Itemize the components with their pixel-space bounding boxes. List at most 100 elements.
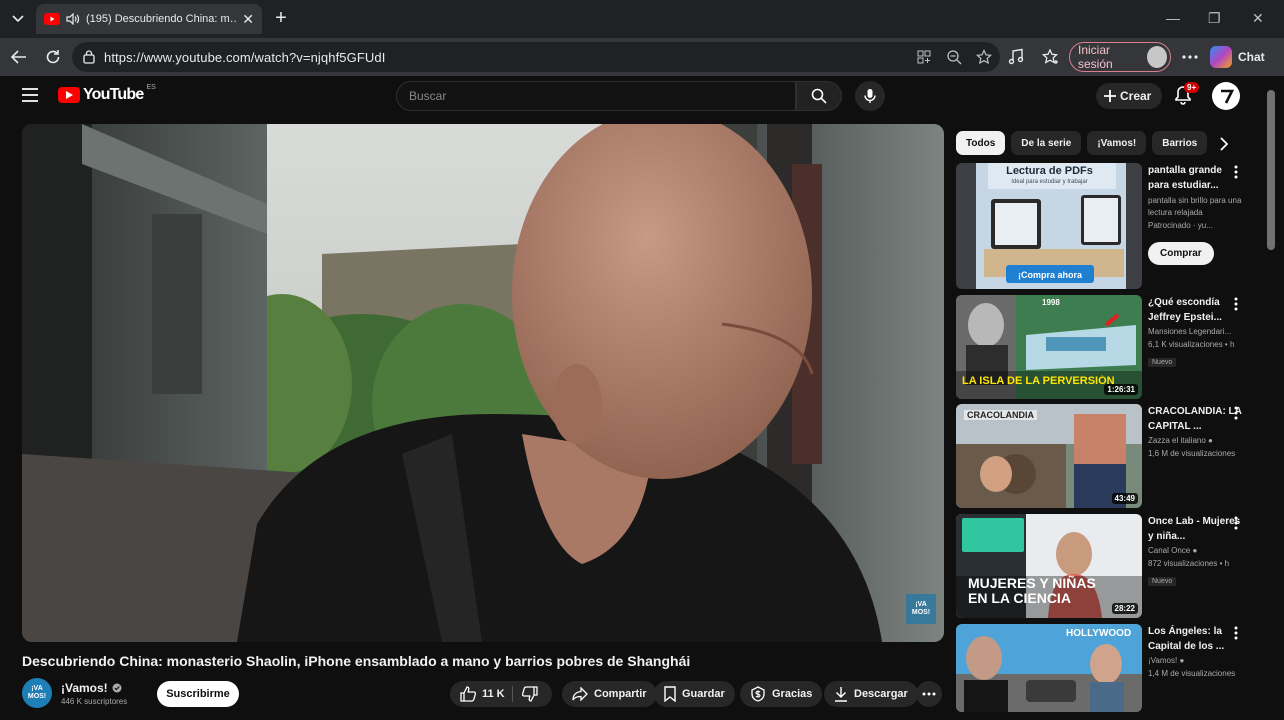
copilot-chat-button[interactable]: Chat bbox=[1210, 44, 1265, 70]
zoom-icon[interactable] bbox=[946, 49, 962, 65]
reload-icon[interactable] bbox=[42, 46, 64, 68]
signin-button[interactable]: Iniciar sesión bbox=[1069, 42, 1171, 72]
ad-menu-kebab-icon[interactable] bbox=[1234, 165, 1242, 179]
chip-de-la-serie[interactable]: De la serie bbox=[1011, 131, 1082, 155]
ad-title[interactable]: pantalla grande para estudiar... bbox=[1148, 163, 1244, 193]
list-item[interactable]: 1998 LA ISLA DE LA PERVERSIÓN 1:26:31 ¿Q… bbox=[956, 295, 1256, 399]
notifications-bell-icon[interactable]: 9+ bbox=[1174, 82, 1200, 107]
video-title[interactable]: CRACOLANDIA: LA CAPITAL ... bbox=[1148, 404, 1244, 434]
account-avatar[interactable] bbox=[1212, 82, 1240, 110]
video-thumbnail[interactable]: MUJERES Y NIÑAS EN LA CIENCIA 28:22 bbox=[956, 514, 1142, 618]
thumbs-down-icon bbox=[522, 686, 538, 702]
search-button[interactable] bbox=[796, 81, 842, 111]
channel-name: Zazza el italiano bbox=[1148, 436, 1206, 445]
channel-name[interactable]: Mansiones Legendari... bbox=[1148, 325, 1244, 338]
logo-text: YouTube bbox=[83, 86, 144, 103]
video-thumbnail[interactable]: CRACOLANDIA 43:49 bbox=[956, 404, 1142, 508]
create-button[interactable]: Crear bbox=[1096, 83, 1162, 109]
like-button[interactable]: 11 K bbox=[460, 686, 505, 702]
search-icon bbox=[811, 88, 827, 104]
download-button[interactable]: Descargar bbox=[824, 681, 918, 707]
menu-hamburger-icon[interactable] bbox=[22, 88, 38, 102]
favorite-star-icon[interactable] bbox=[976, 49, 992, 65]
page-scrollbar[interactable] bbox=[1264, 76, 1278, 716]
chip-todos[interactable]: Todos bbox=[956, 131, 1006, 155]
video-menu-kebab-icon[interactable] bbox=[1234, 406, 1242, 420]
chip-barrios[interactable]: Barrios bbox=[1152, 131, 1208, 155]
tab-title: (195) Descubriendo China: m… bbox=[86, 13, 236, 25]
share-arrow-icon bbox=[572, 687, 588, 701]
minimize-icon[interactable]: — bbox=[1166, 10, 1180, 26]
video-info: CRACOLANDIA: LA CAPITAL ... Zazza el ita… bbox=[1148, 404, 1244, 460]
youtube-masthead: YouTube ES Buscar Crear 9+ bbox=[0, 76, 1262, 116]
sponsored-ad[interactable]: Lectura de PDFs Ideal para estudiar y tr… bbox=[956, 163, 1256, 289]
browser-tab-bar: (195) Descubriendo China: m… ✕ + — ❐ ✕ bbox=[0, 0, 1284, 38]
back-arrow-icon[interactable] bbox=[8, 46, 30, 68]
browser-tab[interactable]: (195) Descubriendo China: m… ✕ bbox=[36, 4, 262, 34]
video-title[interactable]: Los Ángeles: la Capital de los ... bbox=[1148, 624, 1244, 654]
scrollbar-thumb[interactable] bbox=[1267, 90, 1275, 250]
channel-name: ¡Vamos! bbox=[61, 681, 108, 695]
list-item[interactable]: CRACOLANDIA 43:49 CRACOLANDIA: LA CAPITA… bbox=[956, 404, 1256, 508]
video-info: Los Ángeles: la Capital de los ... ¡Vamo… bbox=[1148, 624, 1244, 680]
channel-watermark: ¡VA MOS! bbox=[906, 594, 936, 624]
filter-chips: Todos De la serie ¡Vamos! Barrios bbox=[956, 131, 1208, 157]
subscribe-button[interactable]: Suscribirme bbox=[157, 681, 239, 707]
video-player[interactable]: ¡VA MOS! bbox=[22, 124, 944, 642]
chip-vamos[interactable]: ¡Vamos! bbox=[1087, 131, 1147, 155]
video-menu-kebab-icon[interactable] bbox=[1234, 516, 1242, 530]
search-input[interactable]: Buscar bbox=[396, 81, 796, 111]
list-item[interactable]: HOLLYWOOD Los Ángeles: la Capital de los… bbox=[956, 624, 1256, 712]
voice-search-button[interactable] bbox=[855, 81, 885, 111]
channel-name-link[interactable]: Canal Once ● bbox=[1148, 544, 1244, 557]
youtube-play-icon bbox=[58, 87, 80, 103]
tab-list-chevron-icon[interactable] bbox=[6, 8, 30, 30]
video-thumbnail[interactable]: 1998 LA ISLA DE LA PERVERSIÓN 1:26:31 bbox=[956, 295, 1142, 399]
chevron-right-icon[interactable] bbox=[1214, 133, 1234, 155]
youtube-logo[interactable]: YouTube ES bbox=[58, 84, 156, 104]
video-menu-kebab-icon[interactable] bbox=[1234, 626, 1242, 640]
window-close-icon[interactable]: ✕ bbox=[1252, 10, 1264, 27]
video-frame bbox=[22, 124, 944, 642]
site-info-icon[interactable] bbox=[82, 50, 96, 64]
channel-row: ¡VA MOS! ¡Vamos! 446 K suscriptores Susc… bbox=[22, 678, 944, 710]
favorites-collection-icon[interactable] bbox=[1040, 47, 1060, 67]
subscriber-count: 446 K suscriptores bbox=[61, 697, 128, 706]
view-count: 872 visualizaciones • h bbox=[1148, 559, 1230, 568]
verified-check-icon: ● bbox=[1192, 546, 1198, 555]
create-label: Crear bbox=[1120, 89, 1152, 103]
media-music-icon[interactable] bbox=[1006, 47, 1026, 67]
video-title[interactable]: Once Lab - Mujeres y niña... bbox=[1148, 514, 1244, 544]
video-duration: 28:22 bbox=[1111, 603, 1138, 614]
view-count: 1,6 M de visualizaciones bbox=[1148, 449, 1236, 458]
view-count: 1,4 M de visualizaciones bbox=[1148, 669, 1236, 678]
channel-name-link[interactable]: Zazza el italiano ● bbox=[1148, 434, 1244, 447]
buy-button[interactable]: Comprar bbox=[1148, 242, 1214, 265]
video-menu-kebab-icon[interactable] bbox=[1234, 297, 1242, 311]
restore-icon[interactable]: ❐ bbox=[1208, 10, 1221, 27]
more-actions-button[interactable] bbox=[916, 681, 942, 707]
video-thumbnail[interactable]: HOLLYWOOD bbox=[956, 624, 1142, 712]
video-duration: 43:49 bbox=[1111, 493, 1138, 504]
app-available-icon[interactable] bbox=[916, 49, 932, 65]
thumb-year: 1998 bbox=[1042, 298, 1060, 307]
channel-avatar[interactable]: ¡VA MOS! bbox=[22, 678, 52, 708]
new-tab-button[interactable]: + bbox=[270, 8, 292, 30]
thanks-button[interactable]: Gracias bbox=[740, 681, 823, 707]
share-button[interactable]: Compartir bbox=[562, 681, 657, 707]
audio-playing-icon[interactable] bbox=[66, 13, 80, 25]
save-button[interactable]: Guardar bbox=[654, 681, 735, 707]
dislike-button[interactable] bbox=[522, 686, 538, 702]
address-bar[interactable]: https://www.youtube.com/watch?v=njqhf5GF… bbox=[72, 42, 1000, 72]
signin-label: Iniciar sesión bbox=[1078, 43, 1113, 71]
country-code: ES bbox=[146, 84, 156, 91]
more-options-icon[interactable] bbox=[1180, 47, 1200, 67]
list-item[interactable]: MUJERES Y NIÑAS EN LA CIENCIA 28:22 Once… bbox=[956, 514, 1256, 618]
video-title[interactable]: ¿Qué escondía Jeffrey Epstei... bbox=[1148, 295, 1244, 325]
tab-close-icon[interactable]: ✕ bbox=[242, 11, 254, 28]
channel-name-link[interactable]: ¡Vamos! bbox=[61, 681, 122, 695]
channel-name-link[interactable]: ¡Vamos! ● bbox=[1148, 654, 1244, 667]
verified-check-icon bbox=[112, 683, 122, 693]
thanks-label: Gracias bbox=[772, 688, 813, 700]
new-badge: Nuevo bbox=[1148, 577, 1177, 586]
